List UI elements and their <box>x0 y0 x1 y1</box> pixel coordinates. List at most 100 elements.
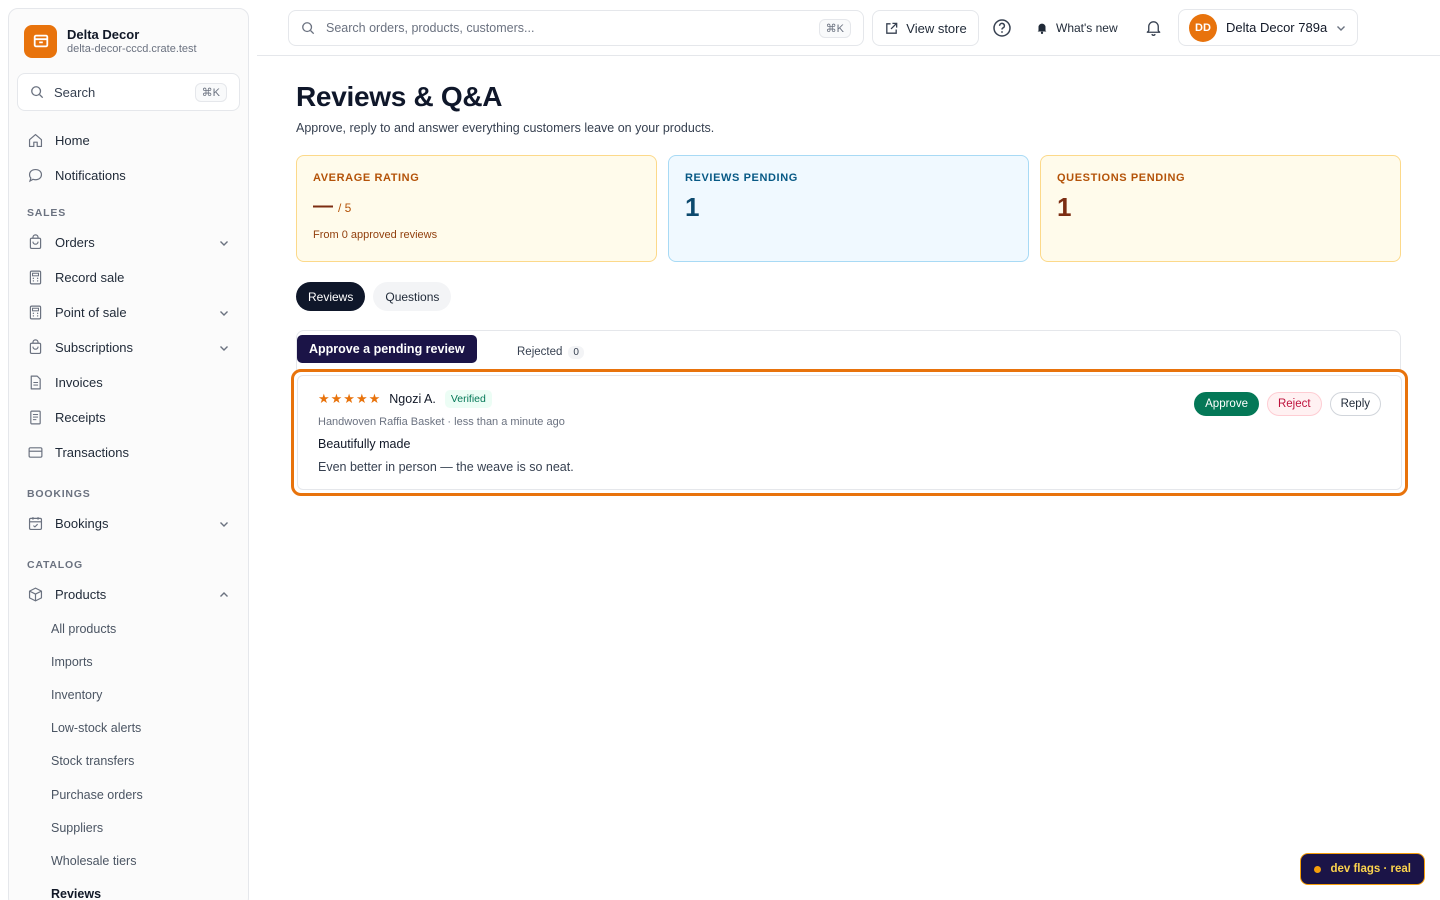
reply-button[interactable]: Reply <box>1329 392 1381 416</box>
global-search[interactable]: ⌘K <box>288 10 864 46</box>
questions-pending-value: 1 <box>1057 192 1072 222</box>
reviews-pending-card: REVIEWS PENDING 1 <box>668 155 1029 262</box>
chat-bubble-icon <box>28 168 43 183</box>
sidebar-item-label: Receipts <box>55 410 106 425</box>
stat-label: AVERAGE RATING <box>313 172 420 184</box>
notifications-bell-icon[interactable] <box>1144 18 1163 37</box>
avatar: DD <box>1189 13 1217 42</box>
sidebar-item-label: Record sale <box>55 270 125 285</box>
sidebar-subitem-stock-transfers[interactable]: Stock transfers <box>9 745 248 778</box>
account-name: Delta Decor 789a <box>1226 20 1328 35</box>
review-body: Even better in person — the weave is so … <box>318 460 574 474</box>
sidebar-item-transactions[interactable]: Transactions <box>9 435 248 470</box>
content-tabs: Reviews Questions <box>296 282 1401 311</box>
sidebar-subitem-all-products[interactable]: All products <box>9 612 248 645</box>
bag-icon <box>29 234 42 250</box>
sidebar-item-label: Invoices <box>55 375 103 390</box>
section-label-sales: SALES <box>27 207 67 219</box>
sidebar-search-button[interactable]: Search ⌘K <box>17 73 240 111</box>
stat-label: REVIEWS PENDING <box>685 172 798 184</box>
page-title: Reviews & Q&A <box>296 81 503 112</box>
account-menu[interactable]: DD Delta Decor 789a <box>1178 9 1358 46</box>
bag-icon <box>29 339 42 355</box>
sidebar-item-orders[interactable]: Orders <box>9 225 248 260</box>
section-label-bookings: BOOKINGS <box>27 488 91 500</box>
sidebar-item-point-of-sale[interactable]: Point of sale <box>9 295 248 330</box>
sidebar-subitem-reviews[interactable]: Reviews <box>9 878 248 900</box>
questions-pending-card: QUESTIONS PENDING 1 <box>1040 155 1401 262</box>
review-card: ★★★★★ Ngozi A. Verified Handwoven Raffia… <box>291 369 1408 496</box>
sidebar-subitem-suppliers[interactable]: Suppliers <box>9 811 248 844</box>
search-icon <box>302 22 315 35</box>
star-rating: ★★★★★ <box>318 391 382 406</box>
stats-row: AVERAGE RATING — / 5 From 0 approved rev… <box>296 155 1401 262</box>
document-icon <box>30 375 41 390</box>
sidebar-item-record-sale[interactable]: Record sale <box>9 260 248 295</box>
average-rating-suffix: / 5 <box>338 201 352 215</box>
filter-tab-rejected[interactable]: Rejected 0 <box>517 345 584 359</box>
sidebar-item-label: Orders <box>55 235 95 250</box>
sidebar-item-invoices[interactable]: Invoices <box>9 365 248 400</box>
whats-new-label: What's new <box>1056 21 1118 35</box>
verified-badge: Verified <box>444 390 492 408</box>
store-switcher[interactable]: Delta Decor delta-decor-cccd.crate.test <box>9 9 248 73</box>
view-store-label: View store <box>906 20 967 36</box>
approve-button[interactable]: Approve <box>1194 392 1259 416</box>
global-search-input[interactable] <box>326 21 819 35</box>
sidebar-item-subscriptions[interactable]: Subscriptions <box>9 330 248 365</box>
page-subtitle: Approve, reply to and answer everything … <box>296 121 715 135</box>
whats-new-button[interactable]: What's new <box>1035 17 1118 39</box>
sidebar-subitem-imports[interactable]: Imports <box>9 645 248 678</box>
tab-reviews[interactable]: Reviews <box>296 282 366 311</box>
sidebar-search-label: Search <box>54 84 96 100</box>
view-store-button[interactable]: View store <box>872 10 979 46</box>
sidebar-item-label: Products <box>55 587 107 602</box>
guide-tooltip: Approve a pending review <box>297 335 477 363</box>
reviews-panel: Rejected 0 Approve a pending review ★★★★… <box>291 330 1408 496</box>
sidebar-subitem-low-stock-alerts[interactable]: Low-stock alerts <box>9 712 248 745</box>
main-content: Reviews & Q&A Approve, reply to and answ… <box>291 56 1408 496</box>
average-rating-value: — <box>313 195 333 217</box>
review-title: Beautifully made <box>318 437 411 451</box>
reject-button[interactable]: Reject <box>1266 392 1322 416</box>
home-icon <box>28 133 43 148</box>
chevron-down-icon <box>1337 25 1345 31</box>
bell-icon <box>1037 23 1047 34</box>
sidebar: Delta Decor delta-decor-cccd.crate.test … <box>8 8 249 900</box>
search-icon <box>31 86 44 99</box>
average-rating-note: From 0 approved reviews <box>313 229 438 241</box>
average-rating-card: AVERAGE RATING — / 5 From 0 approved rev… <box>296 155 657 262</box>
store-name: Delta Decor <box>67 27 140 42</box>
box-icon <box>28 587 43 602</box>
calculator-icon <box>29 305 42 320</box>
sidebar-item-label: Home <box>55 133 90 148</box>
review-card-body: ★★★★★ Ngozi A. Verified Handwoven Raffia… <box>297 375 1402 490</box>
external-link-icon <box>886 22 898 34</box>
sidebar-subitem-purchase-orders[interactable]: Purchase orders <box>9 778 248 811</box>
shortcut-hint: ⌘K <box>194 82 227 102</box>
sidebar-item-receipts[interactable]: Receipts <box>9 400 248 435</box>
dev-flags-badge[interactable]: dev flags · real <box>1300 853 1425 885</box>
section-label-catalog: CATALOG <box>27 559 83 571</box>
sidebar-nav: Home Notifications SALES Orders Record s… <box>9 123 248 900</box>
reviews-pending-value: 1 <box>685 192 700 222</box>
sidebar-item-notifications[interactable]: Notifications <box>9 158 248 193</box>
sidebar-item-bookings[interactable]: Bookings <box>9 506 248 541</box>
sidebar-item-home[interactable]: Home <box>9 123 248 158</box>
sidebar-item-products[interactable]: Products <box>9 577 248 612</box>
topbar: ⌘K View store What's new DD Delta Decor … <box>257 0 1440 56</box>
store-logo-icon <box>24 24 57 58</box>
chevron-up-icon <box>220 591 228 597</box>
filter-tab-count: 0 <box>568 345 584 359</box>
receipt-icon <box>30 410 41 425</box>
sidebar-subitem-inventory[interactable]: Inventory <box>9 678 248 711</box>
help-icon[interactable] <box>992 18 1012 38</box>
sidebar-subitem-wholesale-tiers[interactable]: Wholesale tiers <box>9 844 248 877</box>
shortcut-hint: ⌘K <box>818 18 851 38</box>
store-domain: delta-decor-cccd.crate.test <box>67 43 197 55</box>
calculator-icon <box>29 270 42 285</box>
review-actions: Approve Reject Reply <box>1194 392 1381 416</box>
tab-questions[interactable]: Questions <box>373 282 452 311</box>
filter-tab-label: Rejected <box>517 346 563 358</box>
sidebar-item-label: Bookings <box>55 516 109 531</box>
